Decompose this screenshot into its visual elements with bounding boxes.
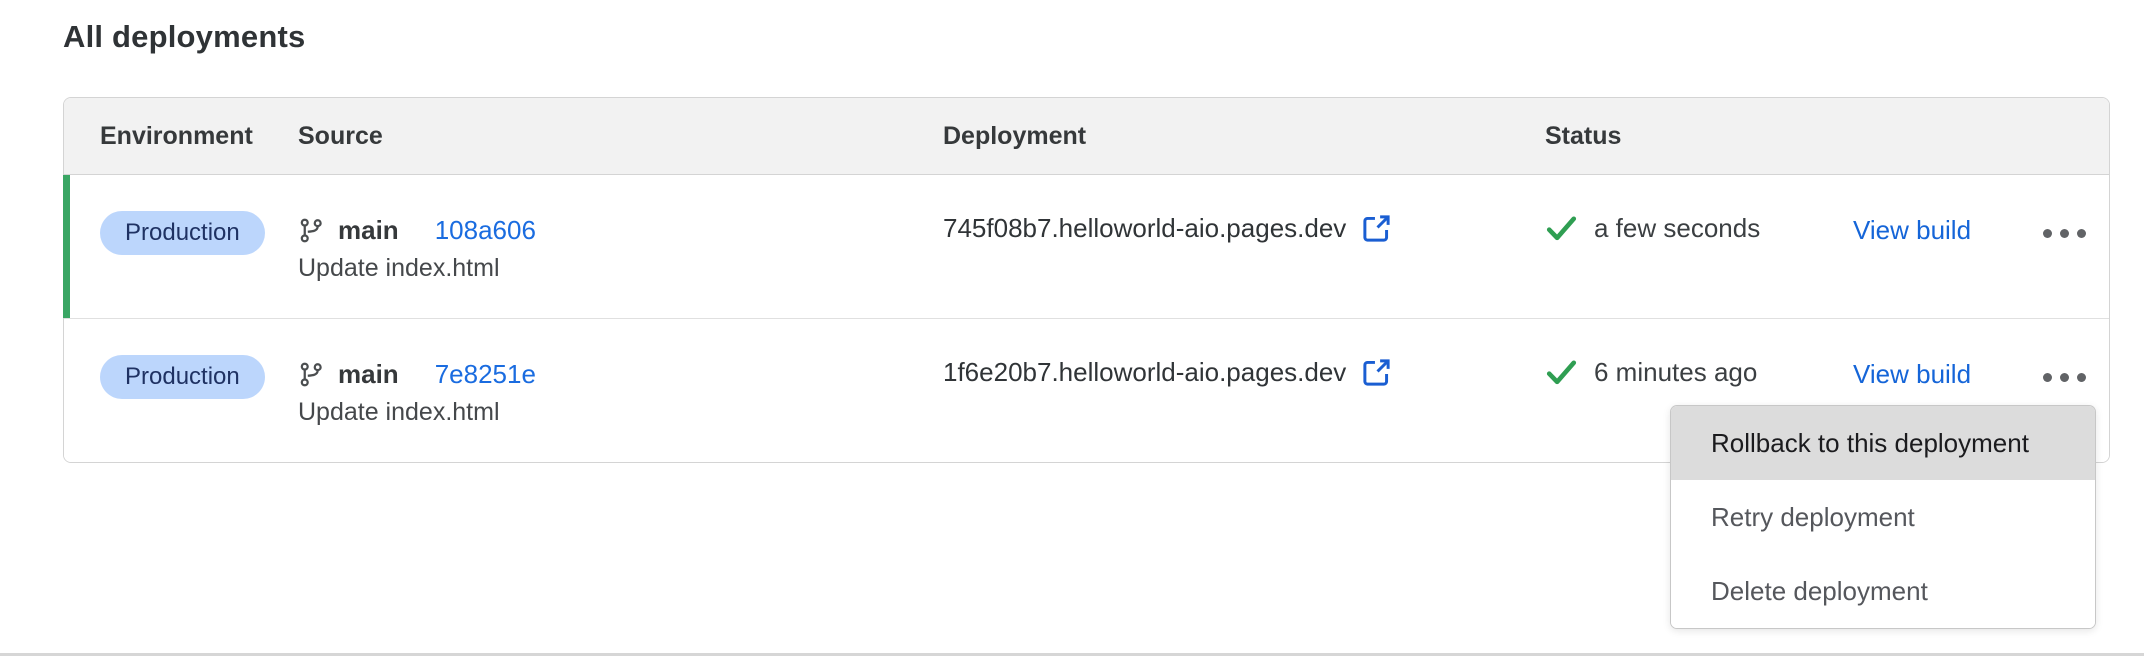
deployment-cell: 745f08b7.helloworld-aio.pages.dev xyxy=(943,213,1392,244)
page-title: All deployments xyxy=(63,18,305,56)
ellipsis-dot xyxy=(2043,229,2052,238)
ellipsis-dot xyxy=(2043,373,2052,382)
commit-hash-link[interactable]: 7e8251e xyxy=(435,359,536,390)
page: All deployments Environment Source Deplo… xyxy=(0,0,2144,662)
column-header-source: Source xyxy=(298,122,383,151)
git-branch-icon xyxy=(298,217,325,244)
ellipsis-dot xyxy=(2077,229,2086,238)
environment-badge: Production xyxy=(100,211,265,255)
current-deployment-indicator-bar xyxy=(63,175,70,318)
status-time: a few seconds xyxy=(1594,213,1760,244)
view-build-link[interactable]: View build xyxy=(1853,215,1971,246)
git-branch-icon xyxy=(298,361,325,388)
ellipsis-dot xyxy=(2060,229,2069,238)
ellipsis-dot xyxy=(2077,373,2086,382)
table-header-row: Environment Source Deployment Status xyxy=(64,98,2109,175)
row-actions-menu-button[interactable] xyxy=(2030,355,2098,399)
menu-item-rollback[interactable]: Rollback to this deployment xyxy=(1671,406,2095,480)
deployment-row-current: Production main 108a606 Update index.htm… xyxy=(64,175,2109,319)
deployment-url: 1f6e20b7.helloworld-aio.pages.dev xyxy=(943,357,1346,388)
source-cell: main 7e8251e xyxy=(298,359,536,390)
view-build-link[interactable]: View build xyxy=(1853,359,1971,390)
branch-name: main xyxy=(338,215,399,246)
column-header-status: Status xyxy=(1545,122,1621,151)
ellipsis-dot xyxy=(2060,373,2069,382)
status-cell: 6 minutes ago xyxy=(1545,357,1757,388)
bottom-divider xyxy=(0,653,2144,656)
deployment-url: 745f08b7.helloworld-aio.pages.dev xyxy=(943,213,1346,244)
external-link-icon[interactable] xyxy=(1361,357,1392,388)
commit-message: Update index.html xyxy=(298,254,500,283)
column-header-deployment: Deployment xyxy=(943,122,1086,151)
deployment-actions-menu: Rollback to this deployment Retry deploy… xyxy=(1670,405,2096,629)
column-header-environment: Environment xyxy=(100,122,253,151)
menu-item-delete[interactable]: Delete deployment xyxy=(1671,554,2095,628)
commit-hash-link[interactable]: 108a606 xyxy=(435,215,536,246)
source-cell: main 108a606 xyxy=(298,215,536,246)
commit-message: Update index.html xyxy=(298,398,500,427)
external-link-icon[interactable] xyxy=(1361,213,1392,244)
success-check-icon xyxy=(1545,214,1578,244)
status-time: 6 minutes ago xyxy=(1594,357,1757,388)
branch-name: main xyxy=(338,359,399,390)
environment-badge: Production xyxy=(100,355,265,399)
deployment-cell: 1f6e20b7.helloworld-aio.pages.dev xyxy=(943,357,1392,388)
row-actions-menu-button[interactable] xyxy=(2030,211,2098,255)
status-cell: a few seconds xyxy=(1545,213,1760,244)
success-check-icon xyxy=(1545,358,1578,388)
menu-item-retry[interactable]: Retry deployment xyxy=(1671,480,2095,554)
